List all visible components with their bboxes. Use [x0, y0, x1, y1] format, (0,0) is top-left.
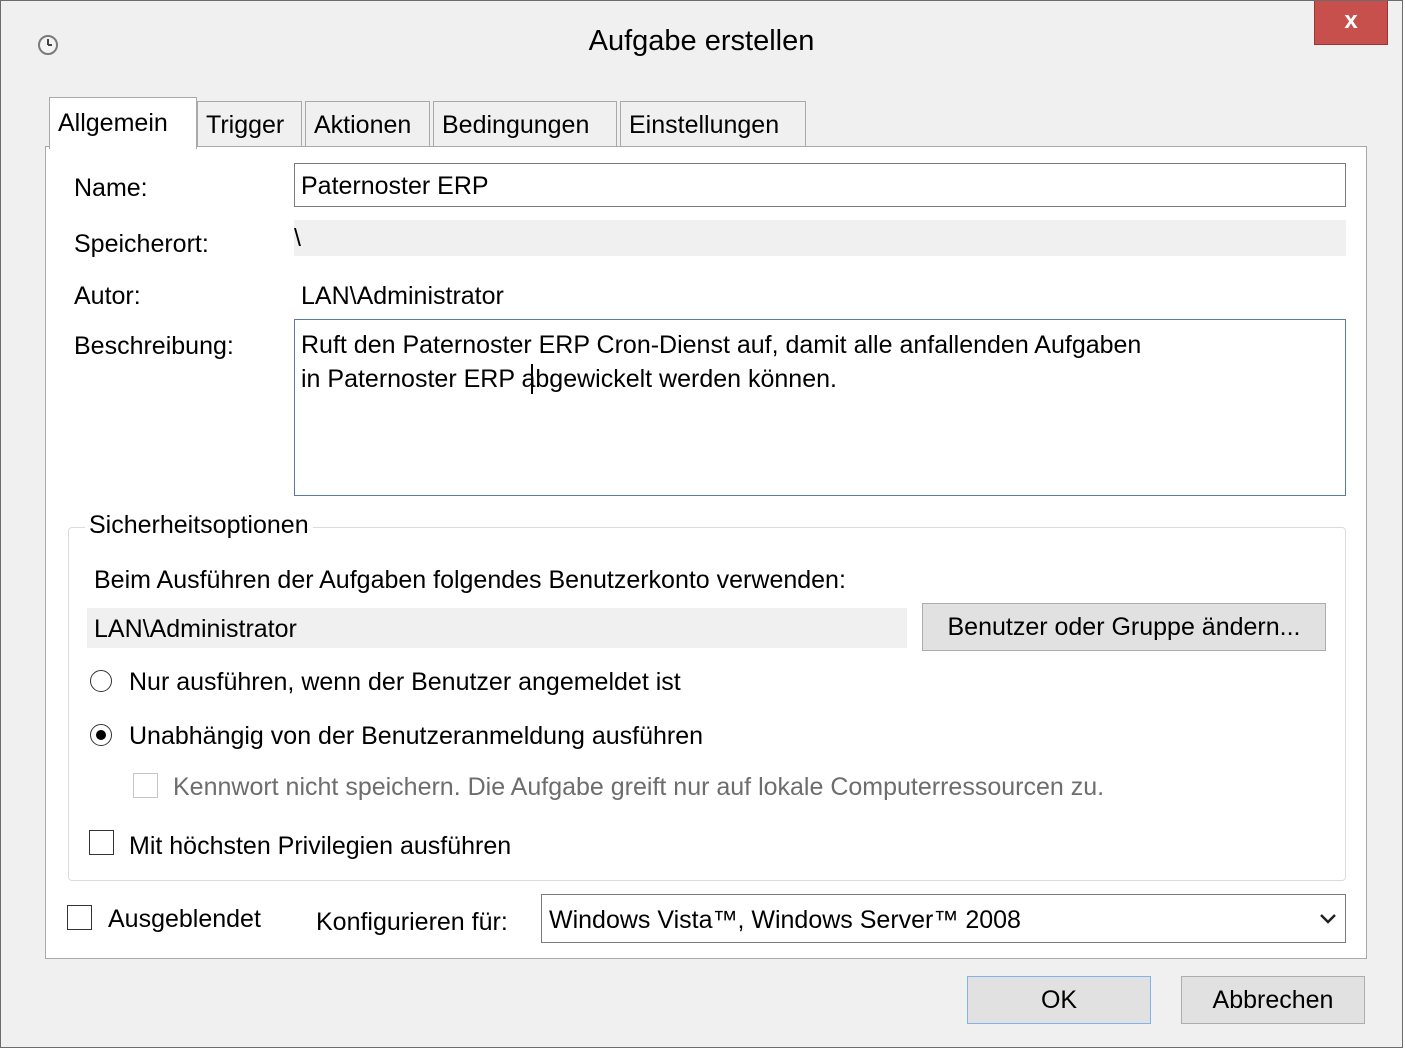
tab-label: Aktionen — [314, 111, 412, 139]
radio-logged-on[interactable] — [90, 670, 112, 692]
location-label: Speicherort: — [74, 230, 209, 258]
tab-label: Einstellungen — [629, 111, 780, 139]
tab-aktionen[interactable]: Aktionen — [305, 101, 430, 147]
no-password-checkbox[interactable] — [133, 773, 158, 798]
close-icon: x — [1344, 7, 1358, 34]
account-prompt: Beim Ausführen der Aufgaben folgendes Be… — [94, 566, 846, 594]
highest-privileges-label[interactable]: Mit höchsten Privilegien ausführen — [129, 832, 511, 861]
hidden-label[interactable]: Ausgeblendet — [108, 905, 261, 934]
location-field: \ — [294, 220, 1346, 256]
radio-independent-label[interactable]: Unabhängig von der Benutzeranmeldung aus… — [129, 722, 703, 751]
configure-value: Windows Vista™, Windows Server™ 2008 — [549, 906, 1021, 934]
account-value: LAN\Administrator — [94, 615, 297, 643]
location-value: \ — [294, 224, 301, 252]
name-field[interactable]: Paternoster ERP — [294, 163, 1346, 207]
radio-logged-on-label[interactable]: Nur ausführen, wenn der Benutzer angemel… — [129, 668, 681, 697]
general-tab-panel: Name: Paternoster ERP Speicherort: \ Aut… — [45, 146, 1367, 959]
no-password-label[interactable]: Kennwort nicht speichern. Die Aufgabe gr… — [173, 773, 1104, 802]
tab-bedingungen[interactable]: Bedingungen — [433, 101, 617, 147]
tab-label: Allgemein — [58, 109, 168, 137]
tab-trigger[interactable]: Trigger — [197, 101, 302, 147]
change-user-label: Benutzer oder Gruppe ändern... — [947, 613, 1301, 641]
description-field[interactable]: Ruft den Paternoster ERP Cron-Dienst auf… — [294, 319, 1346, 496]
tab-einstellungen[interactable]: Einstellungen — [620, 101, 806, 147]
radio-independent[interactable] — [90, 724, 112, 746]
text-caret — [531, 364, 533, 394]
ok-label: OK — [1040, 986, 1078, 1014]
tab-label: Bedingungen — [442, 111, 590, 139]
change-user-button[interactable]: Benutzer oder Gruppe ändern... — [922, 603, 1326, 651]
highest-privileges-checkbox[interactable] — [89, 830, 114, 855]
close-button[interactable]: x — [1314, 1, 1388, 45]
name-value: Paternoster ERP — [301, 172, 489, 200]
cancel-button[interactable]: Abbrechen — [1181, 976, 1365, 1024]
task-dialog: Aufgabe erstellen x Allgemein Trigger Ak… — [0, 0, 1403, 1048]
chevron-down-icon — [1320, 914, 1336, 924]
security-options-group: Sicherheitsoptionen Beim Ausführen der A… — [68, 511, 1346, 881]
radio-selected-dot — [96, 730, 106, 740]
description-label: Beschreibung: — [74, 332, 234, 360]
name-label: Name: — [74, 174, 148, 202]
title-bar: Aufgabe erstellen x — [1, 1, 1402, 85]
configure-select[interactable]: Windows Vista™, Windows Server™ 2008 — [541, 894, 1346, 943]
author-value: LAN\Administrator — [301, 282, 504, 310]
author-label: Autor: — [74, 282, 141, 310]
hidden-checkbox[interactable] — [67, 905, 92, 930]
cancel-label: Abbrechen — [1212, 986, 1334, 1014]
window-title: Aufgabe erstellen — [588, 25, 815, 57]
configure-label: Konfigurieren für: — [316, 908, 508, 936]
ok-button[interactable]: OK — [967, 976, 1151, 1024]
security-options-title: Sicherheitsoptionen — [85, 511, 313, 540]
tab-label: Trigger — [206, 111, 285, 139]
account-field: LAN\Administrator — [87, 608, 907, 648]
tab-allgemein[interactable]: Allgemein — [49, 97, 197, 149]
description-line-2: in Paternoster ERP abgewickelt werden kö… — [301, 365, 837, 393]
description-line-1: Ruft den Paternoster ERP Cron-Dienst auf… — [301, 331, 1142, 359]
